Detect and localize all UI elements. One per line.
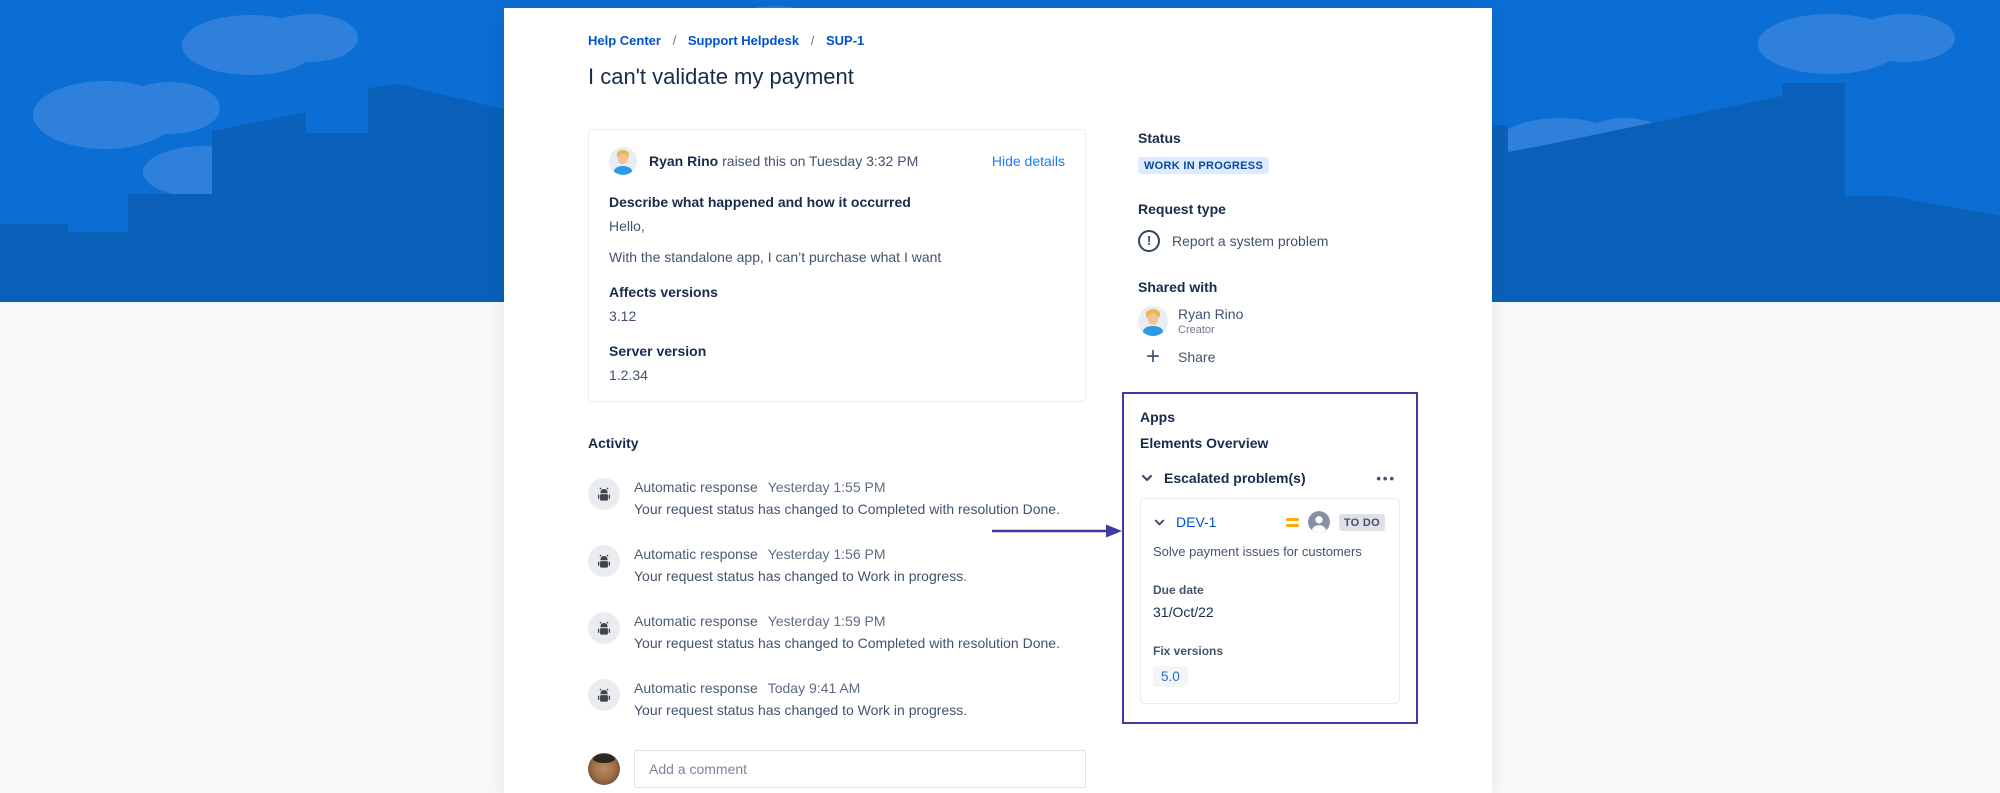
request-type-label: Request type [1138,200,1418,218]
apps-panel-highlight: Apps Elements Overview Escalated problem… [1122,392,1418,724]
share-label: Share [1178,349,1215,365]
annotation-arrow-icon [992,523,1122,539]
activity-author: Automatic response [634,546,758,562]
comment-row [588,750,1086,788]
automation-avatar [588,545,620,577]
raised-line: Ryan Rino raised this on Tuesday 3:32 PM [649,152,918,171]
status-label: Status [1138,129,1418,147]
sidebar: Status WORK IN PROGRESS Request type ! R… [1122,129,1418,788]
automation-avatar [588,478,620,510]
shared-person-row: Ryan Rino Creator [1138,306,1418,336]
robot-icon [595,619,613,637]
chevron-down-icon[interactable] [1140,471,1154,485]
breadcrumb-separator: / [673,33,677,48]
portal-panel: Help Center / Support Helpdesk / SUP-1 I… [504,8,1492,793]
reporter-name: Ryan Rino [649,153,718,169]
apps-section-label: Apps [1140,408,1400,426]
affects-versions-label: Affects versions [609,283,1065,301]
activity-heading: Activity [588,434,1086,452]
escalated-problems-group: Escalated problem(s) ••• [1140,470,1400,486]
alert-circle-icon: ! [1138,230,1160,252]
activity-author: Automatic response [634,479,758,495]
linked-issue-card: DEV-1 TO DO Solve payment issues for cus… [1140,498,1400,704]
app-name: Elements Overview [1140,434,1400,452]
activity-message: Your request status has changed to Work … [634,701,967,720]
shared-with-section: Shared with Ryan Rino Creator + Share [1122,278,1418,370]
hide-details-link[interactable]: Hide details [992,153,1065,169]
activity-message: Your request status has changed to Compl… [634,634,1060,653]
activity-item: Automatic response Today 9:41 AM Your req… [588,679,1086,720]
server-version-label: Server version [609,342,1065,360]
plus-icon: + [1138,344,1168,370]
request-type-value: Report a system problem [1172,233,1328,249]
activity-item: Automatic response Yesterday 1:59 PM Your… [588,612,1086,653]
shared-person-name: Ryan Rino [1178,306,1243,323]
breadcrumb-request-key[interactable]: SUP-1 [826,33,864,48]
activity-time: Yesterday 1:56 PM [768,546,886,562]
reporter-avatar [609,147,637,175]
activity-author: Automatic response [634,680,758,696]
robot-icon [595,552,613,570]
activity-time: Yesterday 1:55 PM [768,479,886,495]
issue-summary: Solve payment issues for customers [1153,543,1387,561]
activity-item: Automatic response Yesterday 1:55 PM Your… [588,478,1086,519]
due-date-label: Due date [1153,583,1387,597]
request-type-section: Request type ! Report a system problem [1122,200,1418,252]
activity-item: Automatic response Yesterday 1:56 PM Your… [588,545,1086,586]
chevron-down-icon[interactable] [1153,516,1166,529]
issue-status-badge: TO DO [1339,514,1385,531]
comment-input[interactable] [634,750,1086,788]
assignee-avatar-icon [1308,511,1330,533]
activity-author: Automatic response [634,613,758,629]
description-field-label: Describe what happened and how it occurr… [609,193,1065,211]
robot-icon [595,485,613,503]
shared-person-avatar [1138,306,1168,336]
robot-icon [595,686,613,704]
share-button[interactable]: + Share [1138,344,1418,370]
main-column: Ryan Rino raised this on Tuesday 3:32 PM… [588,129,1086,788]
breadcrumb-help-center[interactable]: Help Center [588,33,661,48]
description-line: With the standalone app, I can’t purchas… [609,248,1065,267]
shared-person-role: Creator [1178,324,1243,336]
fix-versions-label: Fix versions [1153,644,1387,658]
page-title: I can't validate my payment [588,60,1420,93]
breadcrumb-support-helpdesk[interactable]: Support Helpdesk [688,33,799,48]
breadcrumb: Help Center / Support Helpdesk / SUP-1 [588,33,1420,48]
ellipsis-menu-icon[interactable]: ••• [1376,471,1400,486]
priority-medium-icon [1286,518,1299,527]
breadcrumb-separator: / [811,33,815,48]
activity-time: Yesterday 1:59 PM [768,613,886,629]
automation-avatar [588,612,620,644]
server-version-value: 1.2.34 [609,366,1065,385]
activity-time: Today 9:41 AM [768,680,861,696]
raised-text: raised this on Tuesday 3:32 PM [718,153,918,169]
status-section: Status WORK IN PROGRESS [1122,129,1418,174]
request-card-header: Ryan Rino raised this on Tuesday 3:32 PM… [609,147,1065,175]
activity-message: Your request status has changed to Work … [634,567,967,586]
description-line: Hello, [609,217,1065,236]
automation-avatar [588,679,620,711]
affects-versions-value: 3.12 [609,307,1065,326]
current-user-avatar [588,753,620,785]
activity-message: Your request status has changed to Compl… [634,500,1060,519]
request-details-card: Ryan Rino raised this on Tuesday 3:32 PM… [588,129,1086,402]
status-badge: WORK IN PROGRESS [1138,157,1269,174]
due-date-value: 31/Oct/22 [1153,604,1387,620]
fix-version-chip[interactable]: 5.0 [1153,666,1188,687]
shared-with-label: Shared with [1138,278,1418,296]
escalated-problems-label: Escalated problem(s) [1164,470,1306,486]
issue-key-link[interactable]: DEV-1 [1176,514,1216,530]
